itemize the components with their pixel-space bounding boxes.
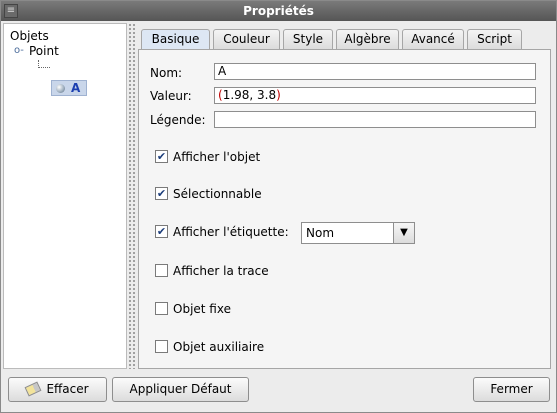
clear-button[interactable]: Effacer (8, 377, 107, 402)
tree-connector (38, 60, 50, 68)
value-close-paren: ) (276, 88, 281, 102)
selectable-checkbox[interactable]: ✔ (155, 187, 168, 200)
label-mode-dropdown[interactable]: Nom ▼ (301, 222, 415, 244)
show-trace-checkbox[interactable] (155, 264, 168, 277)
object-tree[interactable]: Objets o- Point A (3, 23, 127, 369)
label-mode-value: Nom (306, 226, 335, 240)
selectable-label: Sélectionnable (173, 187, 262, 201)
value-label: Valeur: (150, 89, 192, 103)
point-icon (56, 84, 65, 93)
split-pane-divider[interactable] (128, 23, 136, 369)
show-trace-label: Afficher la trace (173, 264, 269, 278)
close-button[interactable]: Fermer (473, 377, 550, 402)
fixed-object-checkbox[interactable] (155, 302, 168, 315)
basic-tab-panel: Nom: A Valeur: (1.98, 3.8) Légende: ✔ Af… (138, 49, 551, 369)
eraser-icon (24, 381, 42, 397)
clear-button-label: Effacer (46, 382, 89, 396)
tree-root-label[interactable]: Objets (10, 29, 49, 43)
tab-algebre[interactable]: Algèbre (336, 29, 399, 49)
caption-field[interactable] (214, 111, 536, 128)
properties-window: ≡ Propriétés Objets o- Point A Basique C… (0, 0, 557, 413)
value-text: 1.98, 3.8 (222, 88, 277, 102)
chevron-down-icon[interactable]: ▼ (393, 223, 414, 243)
caption-label: Légende: (150, 113, 206, 127)
title-bar: ≡ Propriétés (1, 1, 556, 21)
show-label-label: Afficher l'étiquette: (173, 225, 289, 239)
tab-script[interactable]: Script (467, 29, 522, 49)
tree-item-a[interactable]: A (51, 80, 87, 96)
name-label: Nom: (150, 66, 183, 80)
auxiliary-object-label: Objet auxiliaire (173, 340, 265, 354)
tree-node-icon[interactable]: o- (14, 45, 24, 56)
show-object-checkbox[interactable]: ✔ (155, 150, 168, 163)
auxiliary-object-checkbox[interactable] (155, 340, 168, 353)
fixed-object-label: Objet fixe (173, 302, 231, 316)
tree-group-point[interactable]: Point (29, 44, 59, 58)
show-object-label: Afficher l'objet (173, 150, 261, 164)
menu-icon[interactable]: ≡ (4, 4, 18, 18)
tab-avance[interactable]: Avancé (402, 29, 464, 49)
tab-bar: Basique Couleur Style Algèbre Avancé Scr… (141, 29, 551, 50)
show-label-checkbox[interactable]: ✔ (155, 225, 168, 238)
value-field[interactable]: (1.98, 3.8) (214, 87, 536, 104)
window-title: Propriétés (243, 4, 314, 18)
tab-basique[interactable]: Basique (141, 29, 210, 50)
tab-style[interactable]: Style (283, 29, 333, 49)
tab-couleur[interactable]: Couleur (213, 29, 280, 49)
name-field[interactable]: A (214, 63, 536, 80)
apply-default-button[interactable]: Appliquer Défaut (112, 377, 249, 402)
tree-item-label: A (71, 81, 81, 95)
